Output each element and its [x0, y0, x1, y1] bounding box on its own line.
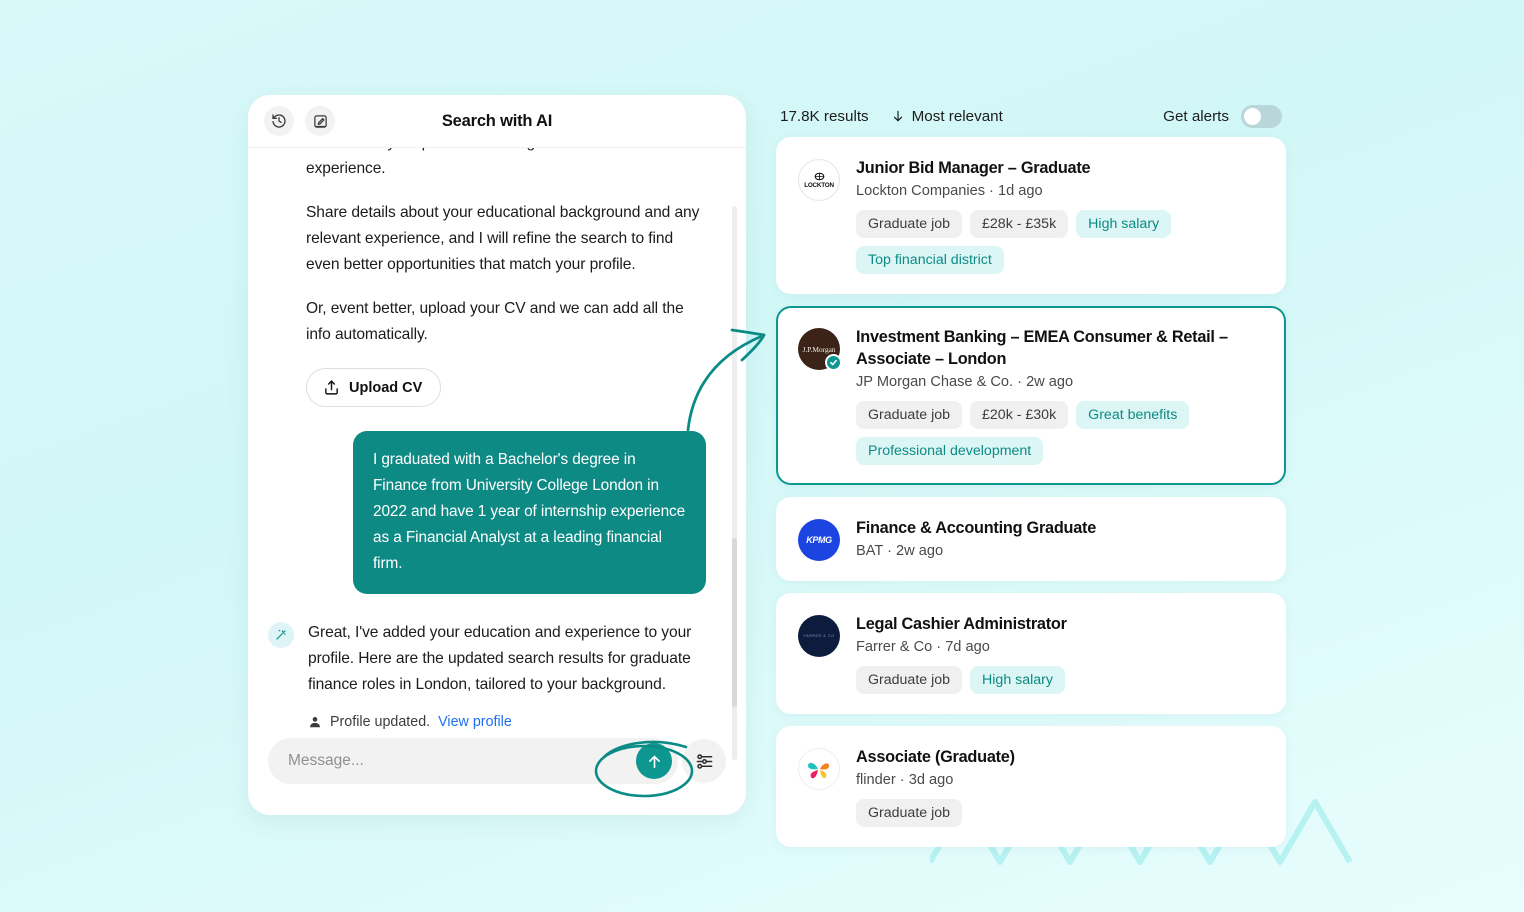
company-logo: J.P.Morgan	[798, 328, 842, 371]
job-meta: Farrer & Co · 7d ago	[856, 639, 990, 655]
job-tag: Graduate job	[856, 666, 963, 694]
chat-header: Search with AI	[248, 95, 746, 148]
company-logo-kpmg: KPMG	[798, 519, 840, 561]
magic-wand-icon	[276, 629, 286, 640]
assistant-message: Or, event better, upload your CV and we …	[306, 296, 706, 348]
job-card[interactable]: KPMG Finance & Accounting Graduate BAT · 2…	[776, 497, 1286, 581]
job-tag: High salary	[1076, 210, 1172, 238]
assistant-message-text: Share details about your educational bac…	[306, 204, 700, 273]
assistant-message: Share details about your educational bac…	[306, 200, 706, 278]
job-meta: Lockton Companies · 1d ago	[856, 183, 1043, 199]
results-panel: 17.8K results Most relevant Get alerts L…	[776, 95, 1286, 859]
job-tag: Graduate job	[856, 401, 963, 429]
job-tag: Top financial district	[856, 246, 1004, 274]
globe-mark-icon	[814, 172, 824, 180]
verified-badge-icon	[825, 354, 842, 371]
job-title[interactable]: Junior Bid Manager – Graduate	[856, 157, 1264, 179]
job-card[interactable]: LOCKTON Junior Bid Manager – Graduate Lock…	[776, 137, 1286, 294]
job-tag: Graduate job	[856, 799, 963, 827]
user-message-bubble: I graduated with a Bachelor's degree in …	[353, 431, 706, 594]
arrow-down-icon	[893, 110, 902, 122]
company-logo-flinder	[798, 748, 840, 790]
chat-panel: Search with AI I've noticed your profile…	[248, 95, 746, 815]
job-card-body: Legal Cashier Administrator Farrer & Co ·…	[856, 613, 1067, 694]
send-button[interactable]	[636, 743, 672, 779]
chat-scrollbar-thumb[interactable]	[732, 538, 737, 707]
arrow-up-icon	[648, 755, 660, 768]
company-logo-farrer: FARRER & CO	[798, 615, 840, 657]
results-header: 17.8K results Most relevant Get alerts	[776, 95, 1286, 137]
get-alerts-control: Get alerts	[1163, 104, 1282, 128]
job-card[interactable]: J.P.Morgan Investment Banking – EMEA Cons…	[776, 306, 1286, 485]
sliders-icon	[696, 753, 712, 769]
job-tag: Professional development	[856, 437, 1044, 465]
assistant-message-text: I've noticed your profile is missing edu…	[306, 148, 636, 177]
job-title[interactable]: Legal Cashier Administrator	[856, 613, 1067, 635]
message-input[interactable]	[288, 752, 622, 770]
job-card-body: Investment Banking – EMEA Consumer & Ret…	[856, 326, 1264, 465]
job-tags: Graduate job £28k - £35k High salary Top fi…	[856, 210, 1264, 274]
job-tag: Graduate job	[856, 210, 963, 238]
upload-cv-button[interactable]: Upload CV	[306, 368, 442, 407]
assistant-avatar	[268, 622, 294, 648]
job-tags: Graduate job £20k - £30k Great benefits Pro…	[856, 401, 1264, 465]
message-input-wrap	[268, 738, 678, 784]
job-title[interactable]: Associate (Graduate)	[856, 746, 1015, 768]
job-card-body: Associate (Graduate) flinder · 3d ago Grad…	[856, 746, 1015, 827]
job-tag: High salary	[970, 666, 1065, 694]
butterfly-icon	[808, 762, 830, 779]
get-alerts-label: Get alerts	[1163, 107, 1229, 125]
toggle-knob	[1244, 107, 1261, 125]
results-count: 17.8K results	[780, 107, 869, 125]
user-message-text: I graduated with a Bachelor's degree in …	[373, 451, 686, 572]
upload-cv-label: Upload CV	[349, 379, 423, 396]
job-title[interactable]: Investment Banking – EMEA Consumer & Ret…	[856, 326, 1264, 370]
job-tags: Graduate job High salary	[856, 666, 1067, 694]
job-meta: flinder · 3d ago	[856, 772, 954, 788]
job-card-body: Junior Bid Manager – Graduate Lockton Com…	[856, 157, 1264, 274]
job-card[interactable]: Associate (Graduate) flinder · 3d ago Grad…	[776, 726, 1286, 847]
job-title[interactable]: Finance & Accounting Graduate	[856, 517, 1096, 539]
composer-settings-button[interactable]	[682, 739, 726, 783]
get-alerts-toggle[interactable]	[1241, 104, 1282, 128]
message-composer	[248, 707, 746, 815]
assistant-reply-text: Great, I've added your education and exp…	[308, 624, 692, 693]
assistant-message-text: Or, event better, upload your CV and we …	[306, 300, 684, 343]
job-meta: BAT · 2w ago	[856, 543, 944, 559]
chat-messages-area: I've noticed your profile is missing edu…	[248, 148, 746, 760]
job-results-list: LOCKTON Junior Bid Manager – Graduate Lock…	[776, 137, 1286, 847]
assistant-message: I've noticed your profile is missing edu…	[306, 148, 706, 182]
company-logo: KPMG	[798, 519, 840, 561]
job-tag: £20k - £30k	[970, 401, 1069, 429]
company-logo	[798, 748, 840, 790]
job-card-body: Finance & Accounting Graduate BAT · 2w ag…	[856, 517, 1096, 561]
job-card[interactable]: FARRER & CO Legal Cashier Administrator Fa…	[776, 593, 1286, 714]
sort-label: Most relevant	[911, 107, 1003, 125]
chat-title: Search with AI	[441, 111, 553, 130]
company-logo: FARRER & CO	[798, 615, 840, 657]
company-logo-lockton: LOCKTON	[798, 159, 840, 201]
company-logo: LOCKTON	[798, 159, 840, 201]
job-meta: JP Morgan Chase & Co. · 2w ago	[856, 374, 1074, 390]
sort-button[interactable]: Most relevant	[891, 108, 1003, 125]
job-tags: Graduate job	[856, 799, 1015, 827]
upload-icon	[325, 380, 338, 395]
job-tag: £28k - £35k	[970, 210, 1069, 238]
job-tag: Great benefits	[1076, 401, 1190, 429]
